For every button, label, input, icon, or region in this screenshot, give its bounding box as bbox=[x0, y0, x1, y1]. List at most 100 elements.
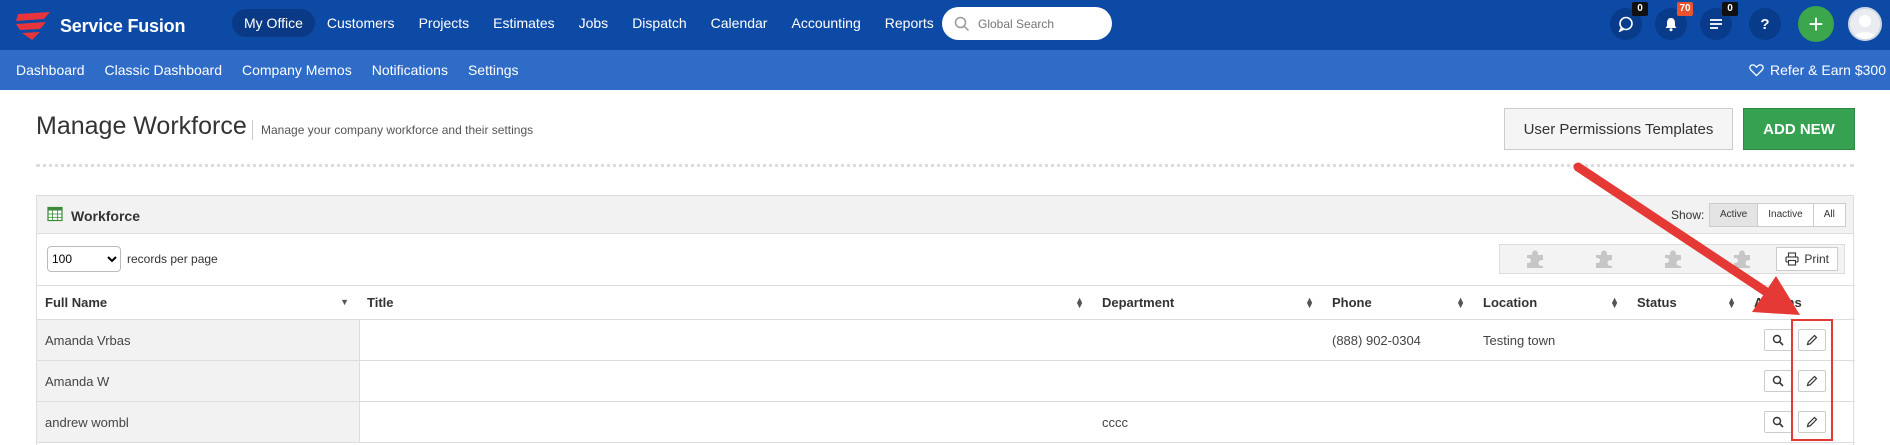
subnav-classic-dashboard[interactable]: Classic Dashboard bbox=[95, 62, 233, 78]
col-location[interactable]: Location ▲ ▼ bbox=[1475, 285, 1629, 320]
magnifier-icon bbox=[1772, 375, 1784, 387]
puzzle-button-3[interactable] bbox=[1638, 247, 1707, 271]
nav-my-office[interactable]: My Office bbox=[232, 9, 315, 37]
nav-jobs[interactable]: Jobs bbox=[567, 9, 621, 37]
sort-icon: ▲ ▼ bbox=[1305, 295, 1314, 310]
edit-button[interactable] bbox=[1798, 370, 1826, 392]
notifications-button[interactable]: 70 bbox=[1655, 2, 1693, 40]
cell-actions bbox=[1746, 319, 1855, 361]
subnav-dashboard[interactable]: Dashboard bbox=[6, 62, 95, 78]
cell-title bbox=[359, 401, 1094, 443]
nav-calendar[interactable]: Calendar bbox=[699, 9, 780, 37]
subnav-settings[interactable]: Settings bbox=[458, 62, 529, 78]
cell-phone bbox=[1324, 401, 1475, 443]
refer-label: Refer & Earn $300 bbox=[1770, 62, 1886, 78]
nav-accounting[interactable]: Accounting bbox=[779, 9, 872, 37]
view-button[interactable] bbox=[1764, 329, 1792, 351]
cell-full-name: Amanda W bbox=[37, 360, 360, 402]
magnifier-icon bbox=[1772, 334, 1784, 346]
user-permissions-templates-button[interactable]: User Permissions Templates bbox=[1504, 108, 1733, 150]
cell-location bbox=[1475, 360, 1629, 402]
printer-icon bbox=[1785, 252, 1799, 266]
cell-status bbox=[1629, 401, 1746, 443]
pencil-icon bbox=[1806, 375, 1818, 387]
cell-location bbox=[1475, 401, 1629, 443]
nav-customers[interactable]: Customers bbox=[315, 9, 407, 37]
table-header-row: Full Name ▼ Title ▲ ▼ Department ▲ ▼ Phone ▲ ▼ … bbox=[37, 285, 1855, 320]
cell-department bbox=[1094, 360, 1324, 402]
puzzle-button-2[interactable] bbox=[1569, 247, 1638, 271]
col-title-label: Title bbox=[367, 295, 394, 310]
sort-desc-icon: ▼ bbox=[340, 297, 349, 307]
filter-all[interactable]: All bbox=[1814, 204, 1845, 226]
table-toolbar: Print bbox=[1499, 244, 1845, 274]
top-navbar: Service Fusion My Office Customers Proje… bbox=[0, 0, 1890, 50]
filter-active[interactable]: Active bbox=[1710, 204, 1759, 226]
pencil-icon bbox=[1806, 334, 1818, 346]
col-department[interactable]: Department ▲ ▼ bbox=[1094, 285, 1324, 320]
tasks-button[interactable]: 0 bbox=[1700, 2, 1738, 40]
avatar[interactable] bbox=[1848, 7, 1882, 41]
table-row: Amanda W bbox=[37, 360, 1855, 402]
puzzle-icon bbox=[1526, 250, 1543, 268]
subnav-notifications[interactable]: Notifications bbox=[362, 62, 458, 78]
refer-link[interactable]: Refer & Earn $300 bbox=[1749, 50, 1886, 90]
magnifier-icon bbox=[1772, 416, 1784, 428]
calendar-grid-icon bbox=[47, 206, 63, 222]
puzzle-button-1[interactable] bbox=[1500, 247, 1569, 271]
col-title[interactable]: Title ▲ ▼ bbox=[359, 285, 1094, 320]
puzzle-button-4[interactable] bbox=[1707, 247, 1776, 271]
divider bbox=[36, 164, 1854, 167]
per-page-label: records per page bbox=[127, 252, 218, 266]
cell-status bbox=[1629, 360, 1746, 402]
cell-department: cccc bbox=[1094, 401, 1324, 443]
sort-icon: ▲ ▼ bbox=[1456, 295, 1465, 310]
quick-add-button[interactable]: + bbox=[1798, 6, 1834, 42]
records-per-page: 100 records per page bbox=[47, 246, 218, 272]
filter-inactive[interactable]: Inactive bbox=[1758, 204, 1814, 226]
add-new-button[interactable]: ADD NEW bbox=[1743, 108, 1855, 150]
chat-button[interactable]: 0 bbox=[1610, 2, 1648, 40]
cell-full-name: Amanda Vrbas bbox=[37, 319, 360, 361]
sub-navbar: Dashboard Classic Dashboard Company Memo… bbox=[0, 50, 1890, 90]
nav-dispatch[interactable]: Dispatch bbox=[620, 9, 698, 37]
nav-estimates[interactable]: Estimates bbox=[481, 9, 566, 37]
cell-title bbox=[359, 360, 1094, 402]
col-phone[interactable]: Phone ▲ ▼ bbox=[1324, 285, 1475, 320]
col-status-label: Status bbox=[1637, 295, 1677, 310]
col-status[interactable]: Status ▲ ▼ bbox=[1629, 285, 1746, 320]
col-full-name[interactable]: Full Name ▼ bbox=[37, 285, 359, 320]
print-label: Print bbox=[1804, 252, 1829, 266]
panel-title: Workforce bbox=[71, 208, 140, 224]
page-title: Manage Workforce bbox=[36, 112, 247, 140]
per-page-select[interactable]: 100 bbox=[47, 246, 121, 272]
chat-icon bbox=[1618, 16, 1633, 32]
cell-location: Testing town bbox=[1475, 319, 1629, 361]
subnav-company-memos[interactable]: Company Memos bbox=[232, 62, 362, 78]
global-search[interactable] bbox=[942, 7, 1112, 40]
col-phone-label: Phone bbox=[1332, 295, 1372, 310]
chat-badge: 0 bbox=[1632, 2, 1648, 16]
sort-icon: ▲ ▼ bbox=[1610, 295, 1619, 310]
status-filter: Active Inactive All bbox=[1709, 203, 1846, 227]
puzzle-icon bbox=[1664, 250, 1681, 268]
global-search-input[interactable] bbox=[978, 16, 1098, 31]
edit-button[interactable] bbox=[1798, 329, 1826, 351]
workforce-panel: Workforce Show: Active Inactive All 100 … bbox=[36, 195, 1855, 445]
table-row: Amanda Vrbas (888) 902-0304 Testing town bbox=[37, 319, 1855, 361]
app-logo[interactable]: Service Fusion bbox=[14, 8, 204, 44]
nav-projects[interactable]: Projects bbox=[407, 9, 482, 37]
view-button[interactable] bbox=[1764, 411, 1792, 433]
print-button[interactable]: Print bbox=[1776, 247, 1838, 271]
search-icon bbox=[954, 16, 970, 31]
show-label: Show: bbox=[1671, 208, 1705, 222]
heart-icon bbox=[1749, 64, 1764, 77]
bell-icon bbox=[1665, 18, 1677, 32]
help-button[interactable]: ? bbox=[1749, 8, 1781, 40]
nav-reports[interactable]: Reports bbox=[873, 9, 946, 37]
table-row: andrew wombl cccc bbox=[37, 401, 1855, 443]
edit-button[interactable] bbox=[1798, 411, 1826, 433]
page-subtitle: Manage your company workforce and their … bbox=[252, 120, 533, 140]
view-button[interactable] bbox=[1764, 370, 1792, 392]
app-name: Service Fusion bbox=[60, 15, 186, 36]
